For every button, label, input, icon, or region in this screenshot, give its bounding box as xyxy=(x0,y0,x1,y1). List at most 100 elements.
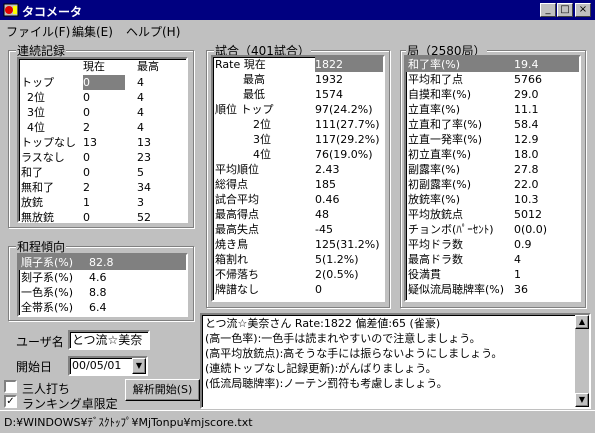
row-value: 1 xyxy=(514,268,521,281)
table-row[interactable]: 総得点 185 xyxy=(213,177,383,192)
table-row[interactable]: 2位 111(27.7%) xyxy=(213,117,383,132)
table-row[interactable]: 初立直率(%) 18.0 xyxy=(406,147,579,162)
row-max: 4 xyxy=(137,76,144,89)
start-date-field[interactable]: 00/05/01 ▼ xyxy=(68,356,148,376)
wasei-table[interactable]: 順子系(%) 82.8 刻子系(%) 4.6 一色系(%) 8.8 全帯系(%) 6.4 xyxy=(17,253,188,317)
row-label: 3位 xyxy=(27,106,45,119)
scroll-up-icon[interactable]: ▲ xyxy=(575,315,589,329)
chevron-down-icon[interactable]: ▼ xyxy=(132,358,146,374)
row-label: 平均和了点 xyxy=(408,73,463,86)
row-now: 0 xyxy=(83,151,90,164)
row-label: 和了 xyxy=(21,166,43,179)
row-value: 12.9 xyxy=(514,133,539,146)
table-row[interactable]: 最高失点 -45 xyxy=(213,222,383,237)
table-row[interactable]: トップなし 13 13 xyxy=(19,135,186,150)
row-value: 2.43 xyxy=(315,163,340,176)
table-row[interactable]: 一色系(%) 8.8 xyxy=(19,285,186,300)
table-row[interactable]: 疑似流局聴牌率(%) 36 xyxy=(406,282,579,297)
table-row[interactable]: 立直和了率(%) 58.4 xyxy=(406,117,579,132)
close-button[interactable]: × xyxy=(575,3,591,17)
scroll-down-icon[interactable]: ▼ xyxy=(575,393,589,407)
advice-line: (低流局聴牌率):ノーテン罰符も考慮しましょう。 xyxy=(205,377,448,390)
table-row[interactable]: 無和了 2 34 xyxy=(19,180,186,195)
table-row[interactable]: 2位 0 4 xyxy=(19,90,186,105)
row-value: 0.9 xyxy=(514,238,532,251)
table-row[interactable]: 不帰落ち 2(0.5%) xyxy=(213,267,383,282)
row-now: 1 xyxy=(83,196,90,209)
table-row[interactable]: 牌譜なし 0 xyxy=(213,282,383,297)
shiai-table[interactable]: Rate 現在 1822 最高 1932 最低 1574 順位 トップ 97(24.2%) 2位… xyxy=(211,55,385,302)
row-value: 22.0 xyxy=(514,178,539,191)
row-label: 疑似流局聴牌率(%) xyxy=(408,283,505,296)
table-row[interactable]: 立直一発率(%) 12.9 xyxy=(406,132,579,147)
table-row[interactable]: 最高 1932 xyxy=(213,72,383,87)
table-row[interactable]: 4位 2 4 xyxy=(19,120,186,135)
row-label: 副露率(%) xyxy=(408,163,461,176)
ranking-checkbox[interactable]: ✓ xyxy=(4,395,17,408)
table-row[interactable]: 順位 トップ 97(24.2%) xyxy=(213,102,383,117)
advice-text[interactable]: とつ流☆美奈さん Rate:1822 偏差値:65 (雀豪) (高一色率):一色手… xyxy=(200,313,591,409)
row-max: 5 xyxy=(137,166,144,179)
table-row[interactable]: 3位 117(29.2%) xyxy=(213,132,383,147)
table-row[interactable]: 和了 0 5 xyxy=(19,165,186,180)
table-row[interactable]: 箱割れ 5(1.2%) xyxy=(213,252,383,267)
table-row[interactable]: 試合平均 0.46 xyxy=(213,192,383,207)
row-max: 34 xyxy=(137,181,151,194)
renzoku-table[interactable]: 現在 最高 トップ 0 4 2位 0 4 3位 0 4 4位 2 4 トップなし 13 13 ラスなし 0 23 和… xyxy=(17,57,188,225)
row-value: 111(27.7%) xyxy=(315,118,380,131)
table-row[interactable]: 役満貫 1 xyxy=(406,267,579,282)
row-label: 2位 xyxy=(27,91,45,104)
table-row[interactable]: 初副露率(%) 22.0 xyxy=(406,177,579,192)
menu-file[interactable]: ファイル(F) xyxy=(6,23,70,40)
table-row[interactable]: 自摸和率(%) 29.0 xyxy=(406,87,579,102)
table-row[interactable]: 全帯系(%) 6.4 xyxy=(19,300,186,315)
advice-line: (連続トップなし記録更新):がんばりましょう。 xyxy=(205,362,437,375)
sannin-checkbox[interactable] xyxy=(4,380,17,393)
row-value: 27.8 xyxy=(514,163,539,176)
table-row[interactable]: 平均和了点 5766 xyxy=(406,72,579,87)
maximize-button[interactable]: □ xyxy=(557,3,573,17)
menu-edit[interactable]: 編集(E) xyxy=(72,23,113,40)
table-row[interactable]: 刻子系(%) 4.6 xyxy=(19,270,186,285)
table-row[interactable]: 3位 0 4 xyxy=(19,105,186,120)
table-row[interactable]: 放銃率(%) 10.3 xyxy=(406,192,579,207)
table-row[interactable]: 和了率(%) 19.4 xyxy=(406,57,579,72)
table-row[interactable]: Rate 現在 1822 xyxy=(213,57,383,72)
table-row[interactable]: チョンボ(ﾊﾟｰｾﾝﾄ) 0(0.0) xyxy=(406,222,579,237)
table-row[interactable]: 最高ドラ数 4 xyxy=(406,252,579,267)
window-title: タコメータ xyxy=(22,5,83,19)
menu-help[interactable]: ヘルプ(H) xyxy=(126,23,180,40)
row-value: 19.4 xyxy=(514,58,539,71)
advice-scrollbar[interactable]: ▲ ▼ xyxy=(575,315,589,407)
row-label: 放銃 xyxy=(21,196,43,209)
table-row[interactable]: 平均放銃点 5012 xyxy=(406,207,579,222)
table-row[interactable]: 順子系(%) 82.8 xyxy=(19,255,186,270)
row-value: 0.46 xyxy=(315,193,340,206)
table-row[interactable]: 最低 1574 xyxy=(213,87,383,102)
analyze-button[interactable]: 解析開始(S) xyxy=(125,379,200,401)
row-value: 1822 xyxy=(315,57,383,72)
table-row[interactable]: ラスなし 0 23 xyxy=(19,150,186,165)
row-label: 平均ドラ数 xyxy=(408,238,463,251)
table-row[interactable]: 平均順位 2.43 xyxy=(213,162,383,177)
row-label: 2位 xyxy=(253,118,271,131)
minimize-button[interactable]: _ xyxy=(540,3,556,17)
row-label: 箱割れ xyxy=(215,253,248,266)
row-value: -45 xyxy=(315,223,333,236)
table-row[interactable]: 4位 76(19.0%) xyxy=(213,147,383,162)
row-label: 試合平均 xyxy=(215,193,259,206)
table-row[interactable]: 焼き鳥 125(31.2%) xyxy=(213,237,383,252)
table-row[interactable]: 最高得点 48 xyxy=(213,207,383,222)
row-max: 52 xyxy=(137,211,151,224)
table-row[interactable]: 副露率(%) 27.8 xyxy=(406,162,579,177)
table-row[interactable]: 平均ドラ数 0.9 xyxy=(406,237,579,252)
row-value: 76(19.0%) xyxy=(315,148,373,161)
row-value: 18.0 xyxy=(514,148,539,161)
table-row[interactable]: 放銃 1 3 xyxy=(19,195,186,210)
table-row[interactable]: 立直率(%) 11.1 xyxy=(406,102,579,117)
kyoku-table[interactable]: 和了率(%) 19.4 平均和了点 5766 自摸和率(%) 29.0 立直率(%) 11.1… xyxy=(404,55,581,302)
row-label: 不帰落ち xyxy=(215,268,259,281)
table-row[interactable]: トップ 0 4 xyxy=(19,75,186,90)
table-row[interactable]: 無放銃 0 52 xyxy=(19,210,186,225)
user-input[interactable]: とつ流☆美奈 xyxy=(68,330,150,350)
